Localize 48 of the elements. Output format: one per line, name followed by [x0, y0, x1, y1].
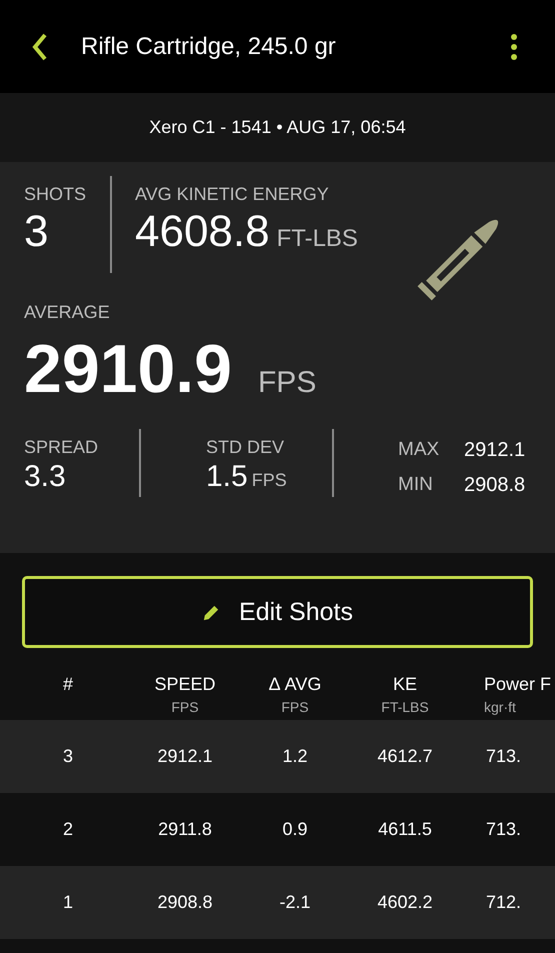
table-cell-text: 712. — [485, 892, 522, 913]
table-row[interactable]: 1 2908.8 -2.1 4602.2 712. — [0, 866, 555, 939]
table-cell-text: 2911.8 — [157, 819, 213, 840]
stat-value: 3 — [24, 206, 50, 258]
column-unit: FPS — [281, 699, 309, 715]
stat-value: 1.5 — [206, 459, 248, 495]
back-icon[interactable] — [32, 32, 48, 60]
table-cell-text: -2.1 — [278, 892, 312, 913]
more-options-icon[interactable] — [510, 34, 518, 60]
stat-label: MAX — [398, 439, 440, 462]
table-cell-text: 4602.2 — [376, 892, 434, 913]
column-header: # — [62, 674, 73, 695]
stat-value: 4608.8 — [135, 206, 270, 258]
edit-shots-button[interactable]: Edit Shots — [22, 576, 533, 648]
table-cell-text: 0.9 — [281, 819, 309, 840]
stat-value: 2912.1 — [464, 439, 526, 462]
stat-label: MIN — [398, 474, 434, 496]
table-cell-text: 713. — [485, 819, 522, 840]
unit-label: FPS — [252, 470, 287, 491]
table-row[interactable]: 3 2912.1 1.2 4612.7 713. — [0, 720, 555, 793]
column-header: Power F — [484, 674, 552, 695]
stat-label: AVG KINETIC ENERGY — [135, 184, 330, 205]
stat-label: SPREAD — [24, 437, 100, 458]
column-unit: FPS — [171, 699, 199, 715]
table-cell-text: 2908.8 — [156, 892, 214, 913]
session-info: Xero C1 - 1541 • AUG 17, 06:54 — [149, 117, 406, 138]
stat-label: SHOTS — [24, 184, 88, 205]
column-header: KE — [392, 674, 417, 695]
stat-value: 3.3 — [24, 459, 67, 495]
screen-title: Rifle Cartridge, 245.0 gr — [81, 32, 337, 60]
average-value: 2910.9 — [24, 330, 232, 409]
column-unit: FT-LBS — [381, 699, 429, 715]
column-unit: kgr·ft — [484, 699, 516, 715]
table-cell-text: 2 — [62, 819, 74, 840]
column-header: SPEED — [154, 674, 216, 695]
column-header: Δ AVG — [268, 674, 322, 695]
table-cell-text: 4612.7 — [376, 746, 434, 767]
table-cell-text: 3 — [62, 746, 74, 767]
unit-label: FPS — [258, 366, 316, 400]
stat-label: STD DEV — [206, 437, 286, 458]
table-cell-text: 1 — [62, 892, 74, 913]
table-cell-text: 2912.1 — [156, 746, 214, 767]
unit-label: FT-LBS — [276, 225, 358, 253]
stat-label: AVERAGE — [24, 302, 111, 323]
stat-value: 2908.8 — [464, 474, 526, 497]
table-cell-text: 1.2 — [281, 746, 309, 767]
table-cell-text: 713. — [485, 746, 522, 767]
table-cell-text: 4611.5 — [377, 819, 433, 840]
